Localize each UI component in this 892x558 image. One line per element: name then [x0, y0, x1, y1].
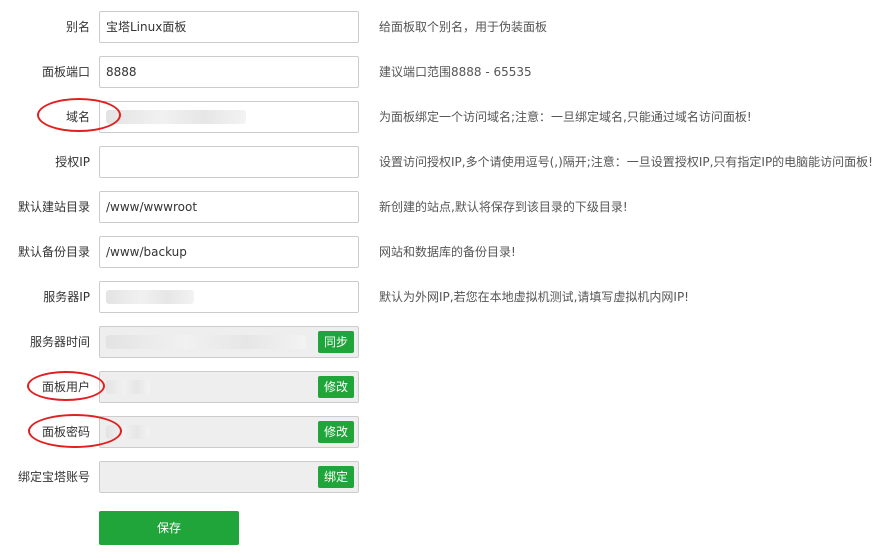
- row-backup-dir: 默认备份目录 /www/backup 网站和数据库的备份目录!: [0, 236, 892, 268]
- server-time-redacted-value: [106, 335, 306, 349]
- auth-ip-input[interactable]: [99, 146, 359, 178]
- row-bind-account: 绑定宝塔账号 绑定: [0, 461, 892, 493]
- port-value: 8888: [106, 65, 137, 79]
- site-dir-label: 默认建站目录: [17, 200, 90, 214]
- panel-password-field: 修改: [99, 416, 359, 448]
- server-ip-hint: 默认为外网IP,若您在本地虚拟机测试,请填写虚拟机内网IP!: [379, 290, 689, 304]
- server-ip-input[interactable]: [99, 281, 359, 313]
- edit-password-button[interactable]: 修改: [317, 421, 354, 443]
- bind-account-button[interactable]: 绑定: [317, 466, 354, 488]
- server-time-field: 同步: [99, 326, 359, 358]
- port-label: 面板端口: [41, 65, 90, 79]
- row-panel-user: 面板用户 修改: [0, 371, 892, 403]
- server-ip-redacted-value: [106, 290, 194, 304]
- backup-dir-value: /www/backup: [106, 245, 187, 259]
- alias-value: 宝塔Linux面板: [106, 20, 187, 34]
- panel-user-label: 面板用户: [41, 380, 90, 394]
- port-hint: 建议端口范围8888 - 65535: [379, 65, 532, 79]
- auth-ip-label: 授权IP: [55, 155, 90, 169]
- port-input[interactable]: 8888: [99, 56, 359, 88]
- domain-input[interactable]: [99, 101, 359, 133]
- panel-user-field: 修改: [99, 371, 359, 403]
- alias-hint: 给面板取个别名，用于伪装面板: [379, 20, 548, 34]
- server-ip-label: 服务器IP: [43, 290, 90, 304]
- panel-password-label: 面板密码: [41, 425, 90, 439]
- site-dir-value: /www/wwwroot: [106, 200, 198, 214]
- site-dir-input[interactable]: /www/wwwroot: [99, 191, 359, 223]
- bind-account-label: 绑定宝塔账号: [17, 470, 90, 484]
- edit-user-button[interactable]: 修改: [317, 376, 354, 398]
- bind-account-field: 绑定: [99, 461, 359, 493]
- panel-user-redacted-value: [106, 380, 150, 394]
- backup-dir-hint: 网站和数据库的备份目录!: [379, 245, 516, 259]
- row-site-dir: 默认建站目录 /www/wwwroot 新创建的站点,默认将保存到该目录的下级目…: [0, 191, 892, 223]
- save-button[interactable]: 保存: [99, 511, 239, 545]
- row-server-ip: 服务器IP 默认为外网IP,若您在本地虚拟机测试,请填写虚拟机内网IP!: [0, 281, 892, 313]
- row-auth-ip: 授权IP 设置访问授权IP,多个请使用逗号(,)隔开;注意：一旦设置授权IP,只…: [0, 146, 892, 178]
- sync-time-button[interactable]: 同步: [317, 331, 354, 353]
- row-domain: 域名 为面板绑定一个访问域名;注意：一旦绑定域名,只能通过域名访问面板!: [0, 101, 892, 133]
- domain-redacted-value: [106, 110, 246, 124]
- backup-dir-label: 默认备份目录: [17, 245, 90, 259]
- row-port: 面板端口 8888 建议端口范围8888 - 65535: [0, 56, 892, 88]
- panel-password-redacted-value: [106, 425, 150, 439]
- row-alias: 别名 宝塔Linux面板 给面板取个别名，用于伪装面板: [0, 11, 892, 43]
- alias-label: 别名: [65, 20, 90, 34]
- alias-input[interactable]: 宝塔Linux面板: [99, 11, 359, 43]
- backup-dir-input[interactable]: /www/backup: [99, 236, 359, 268]
- server-time-label: 服务器时间: [29, 335, 90, 349]
- auth-ip-hint: 设置访问授权IP,多个请使用逗号(,)隔开;注意：一旦设置授权IP,只有指定IP…: [379, 155, 873, 169]
- row-panel-password: 面板密码 修改: [0, 416, 892, 448]
- domain-hint: 为面板绑定一个访问域名;注意：一旦绑定域名,只能通过域名访问面板!: [379, 110, 752, 124]
- site-dir-hint: 新创建的站点,默认将保存到该目录的下级目录!: [379, 200, 628, 214]
- domain-label: 域名: [65, 110, 90, 124]
- row-server-time: 服务器时间 同步: [0, 326, 892, 358]
